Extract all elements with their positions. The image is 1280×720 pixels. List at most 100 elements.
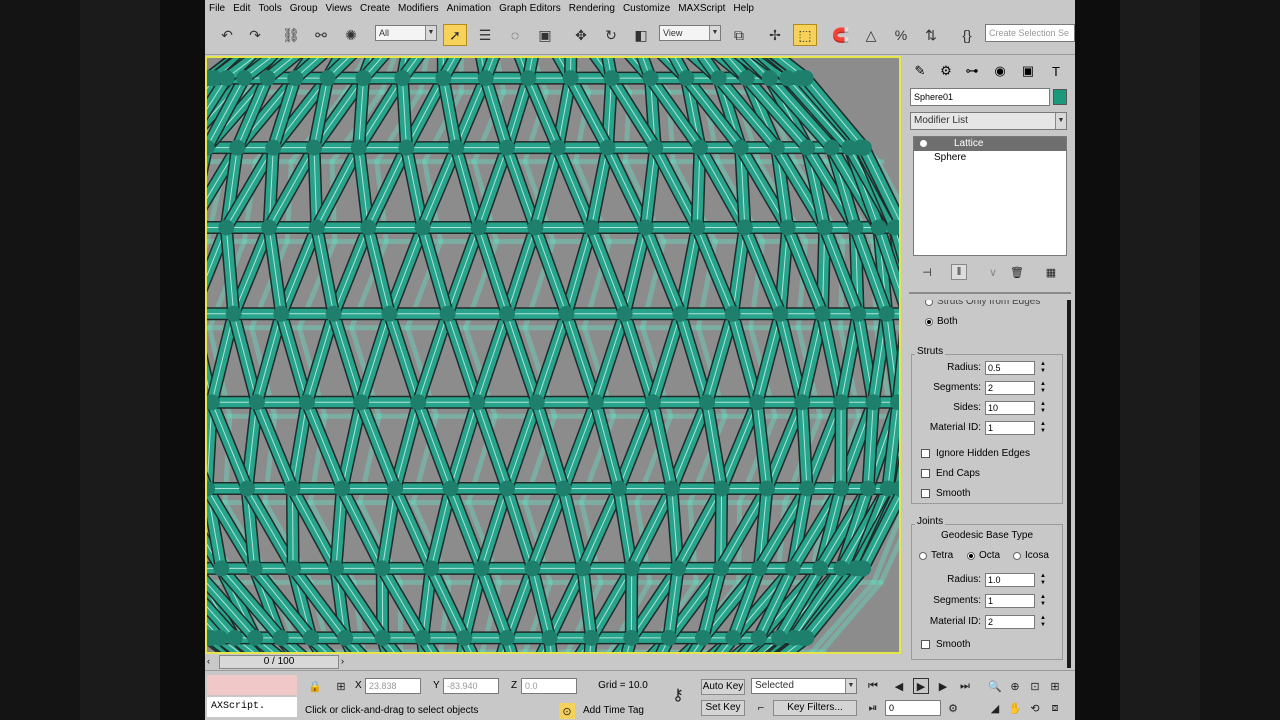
- next-frame-icon[interactable]: ▶: [935, 678, 951, 694]
- rotate-icon[interactable]: ↻: [599, 24, 623, 46]
- menu-create[interactable]: Create: [356, 3, 394, 14]
- spinner-arrows-icon[interactable]: ▲ ▼: [1039, 361, 1047, 375]
- go-to-end-icon[interactable]: ⏭: [957, 678, 973, 694]
- menu-animation[interactable]: Animation: [443, 3, 495, 14]
- menu-modifiers[interactable]: Modifiers: [394, 3, 443, 14]
- joints-material-id-input[interactable]: 2: [985, 615, 1035, 629]
- pan-view-icon[interactable]: ✋: [1007, 700, 1023, 716]
- ignore-hidden-edges-checkbox[interactable]: Ignore Hidden Edges: [921, 448, 1030, 459]
- add-time-tag-button[interactable]: Add Time Tag: [583, 703, 657, 719]
- octa-radio[interactable]: Octa: [967, 550, 1000, 561]
- set-key-button[interactable]: Set Key: [701, 700, 745, 716]
- key-mode-toggle-icon[interactable]: ⏯: [865, 700, 881, 716]
- reference-coordinate-dropdown[interactable]: View ▼: [659, 25, 721, 41]
- create-tab-icon[interactable]: ✎: [909, 60, 931, 82]
- key-filter-selection-dropdown[interactable]: Selected ▼: [751, 678, 857, 694]
- absolute-mode-icon[interactable]: ⊞: [333, 678, 349, 694]
- display-tab-icon[interactable]: ▣: [1017, 60, 1039, 82]
- chevron-right-icon[interactable]: ›: [341, 656, 351, 668]
- zoom-all-icon[interactable]: ⊕: [1007, 678, 1023, 694]
- make-unique-icon[interactable]: ∨: [985, 264, 1001, 280]
- zoom-icon[interactable]: 🔍: [987, 678, 1003, 694]
- panel-scrollbar[interactable]: [1067, 300, 1071, 668]
- unlink-icon[interactable]: ⚯: [309, 24, 333, 46]
- menu-edit[interactable]: Edit: [229, 3, 254, 14]
- undo-icon[interactable]: ↶: [215, 24, 239, 46]
- modify-tab-icon[interactable]: ⚙: [935, 60, 957, 82]
- object-color-swatch[interactable]: [1053, 89, 1067, 105]
- end-caps-checkbox[interactable]: End Caps: [921, 468, 980, 479]
- auto-key-button[interactable]: Auto Key: [701, 679, 745, 695]
- object-name-input[interactable]: Sphere01: [910, 88, 1050, 106]
- play-icon[interactable]: ▶: [913, 678, 929, 694]
- menu-rendering[interactable]: Rendering: [565, 3, 619, 14]
- redo-icon[interactable]: ↷: [243, 24, 267, 46]
- perspective-viewport[interactable]: [205, 56, 901, 654]
- pivot-center-icon[interactable]: ⧉: [727, 24, 751, 46]
- spinner-arrows-icon[interactable]: ▲ ▼: [1039, 573, 1047, 587]
- scale-icon[interactable]: ◧: [629, 24, 653, 46]
- selection-region-icon[interactable]: ◌: [503, 24, 527, 46]
- menu-file[interactable]: File: [205, 3, 229, 14]
- select-by-name-icon[interactable]: ☰: [473, 24, 497, 46]
- spinner-arrows-icon[interactable]: ▲ ▼: [1039, 401, 1047, 415]
- tetra-radio[interactable]: Tetra: [919, 550, 953, 561]
- go-to-start-icon[interactable]: ⏮: [865, 678, 881, 694]
- struts-only-radio[interactable]: Struts Only from Edges: [925, 300, 1040, 307]
- snaps-toggle-icon[interactable]: 🧲: [829, 24, 853, 46]
- menu-graph-editors[interactable]: Graph Editors: [495, 3, 565, 14]
- utilities-tab-icon[interactable]: T: [1045, 60, 1067, 82]
- chevron-left-icon[interactable]: ‹: [207, 656, 217, 668]
- spinner-arrows-icon[interactable]: ▲ ▼: [1039, 594, 1047, 608]
- menu-customize[interactable]: Customize: [619, 3, 674, 14]
- menu-views[interactable]: Views: [322, 3, 357, 14]
- stack-item-sphere[interactable]: Sphere: [914, 151, 1066, 165]
- show-end-result-icon[interactable]: ‖: [951, 264, 967, 280]
- orbit-icon[interactable]: ⟲: [1027, 700, 1043, 716]
- configure-modifier-sets-icon[interactable]: ▦: [1043, 264, 1059, 280]
- menu-help[interactable]: Help: [729, 3, 758, 14]
- keyboard-shortcut-override-icon[interactable]: ⬚: [793, 24, 817, 46]
- joints-smooth-checkbox[interactable]: Smooth: [921, 639, 970, 650]
- time-tag-icon[interactable]: ⊙: [559, 703, 575, 719]
- modifier-list-dropdown[interactable]: Modifier List ▼: [910, 112, 1067, 130]
- struts-sides-input[interactable]: 10: [985, 401, 1035, 415]
- struts-segments-input[interactable]: 2: [985, 381, 1035, 395]
- time-configuration-icon[interactable]: ⚙: [945, 700, 961, 716]
- icosa-radio[interactable]: Icosa: [1013, 550, 1049, 561]
- menu-tools[interactable]: Tools: [254, 3, 285, 14]
- joints-segments-input[interactable]: 1: [985, 594, 1035, 608]
- spinner-arrows-icon[interactable]: ▲ ▼: [1039, 615, 1047, 629]
- select-object-icon[interactable]: ➚: [443, 24, 467, 46]
- zoom-extents-all-icon[interactable]: ⊞: [1047, 678, 1063, 694]
- remove-modifier-icon[interactable]: 🗑: [1009, 264, 1025, 280]
- key-icon[interactable]: ⚷: [665, 687, 691, 704]
- pin-stack-icon[interactable]: ⊣: [919, 264, 935, 280]
- selection-filter-dropdown[interactable]: All ▼: [375, 25, 437, 41]
- spinner-snap-icon[interactable]: ⇅: [919, 24, 943, 46]
- y-coordinate-input[interactable]: -83.940: [443, 678, 499, 694]
- hierarchy-tab-icon[interactable]: ⊶: [961, 60, 983, 82]
- bulb-icon[interactable]: [920, 140, 927, 147]
- time-slider-thumb[interactable]: 0 / 100: [219, 655, 339, 669]
- maxscript-mini-listener-top[interactable]: [207, 675, 297, 695]
- link-icon[interactable]: ⛓: [279, 24, 303, 46]
- maxscript-mini-listener[interactable]: AXScript.: [207, 697, 297, 717]
- stack-item-lattice[interactable]: Lattice: [914, 137, 1066, 151]
- select-manipulate-icon[interactable]: ✢: [763, 24, 787, 46]
- struts-material-id-input[interactable]: 1: [985, 421, 1035, 435]
- joints-radius-input[interactable]: 1.0: [985, 573, 1035, 587]
- default-in-out-tangent-icon[interactable]: ⌐: [753, 700, 769, 716]
- motion-tab-icon[interactable]: ◉: [989, 60, 1011, 82]
- both-radio[interactable]: Both: [925, 316, 958, 327]
- percent-snap-icon[interactable]: %: [889, 24, 913, 46]
- move-icon[interactable]: ✥: [569, 24, 593, 46]
- z-coordinate-input[interactable]: 0.0: [521, 678, 577, 694]
- previous-frame-icon[interactable]: ◀: [891, 678, 907, 694]
- key-filters-button[interactable]: Key Filters...: [773, 700, 857, 716]
- struts-radius-input[interactable]: 0.5: [985, 361, 1035, 375]
- zoom-extents-icon[interactable]: ⊡: [1027, 678, 1043, 694]
- edit-named-selection-icon[interactable]: {}: [955, 24, 979, 46]
- spinner-arrows-icon[interactable]: ▲ ▼: [1039, 381, 1047, 395]
- maximize-viewport-icon[interactable]: ⧈: [1047, 700, 1063, 716]
